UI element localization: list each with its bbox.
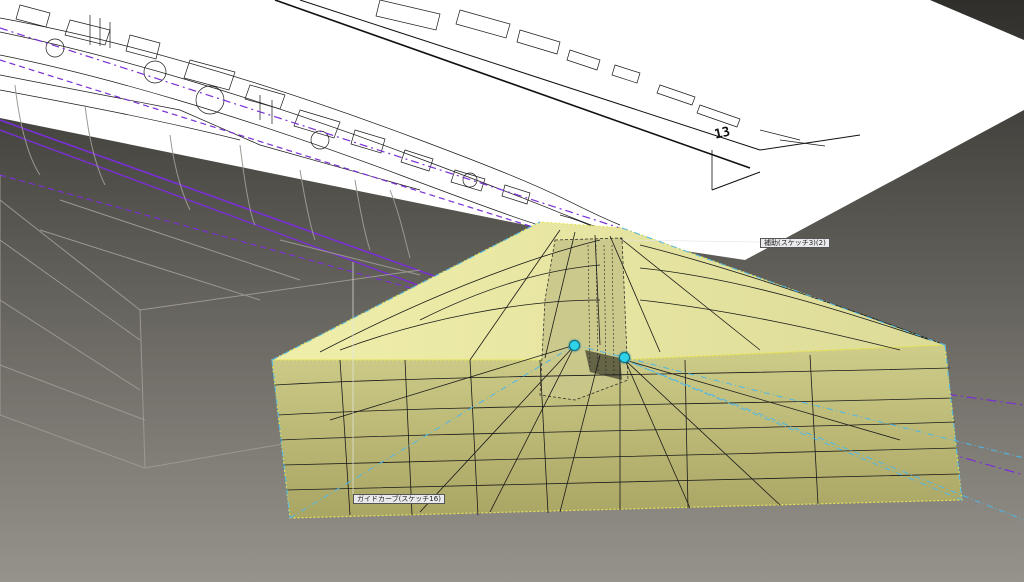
viewport-canvas[interactable] [0, 0, 1024, 582]
lower-annotation-tag[interactable]: ガイドカーブ(スケッチ16) [353, 494, 445, 504]
3d-viewport[interactable]: 13 補助(スケッチ3)(2) ガイドカーブ(スケッチ16) [0, 0, 1024, 582]
control-point-icon[interactable] [619, 352, 630, 363]
upper-annotation-tag[interactable]: 補助(スケッチ3)(2) [760, 238, 830, 248]
control-point-icon[interactable] [569, 340, 580, 351]
